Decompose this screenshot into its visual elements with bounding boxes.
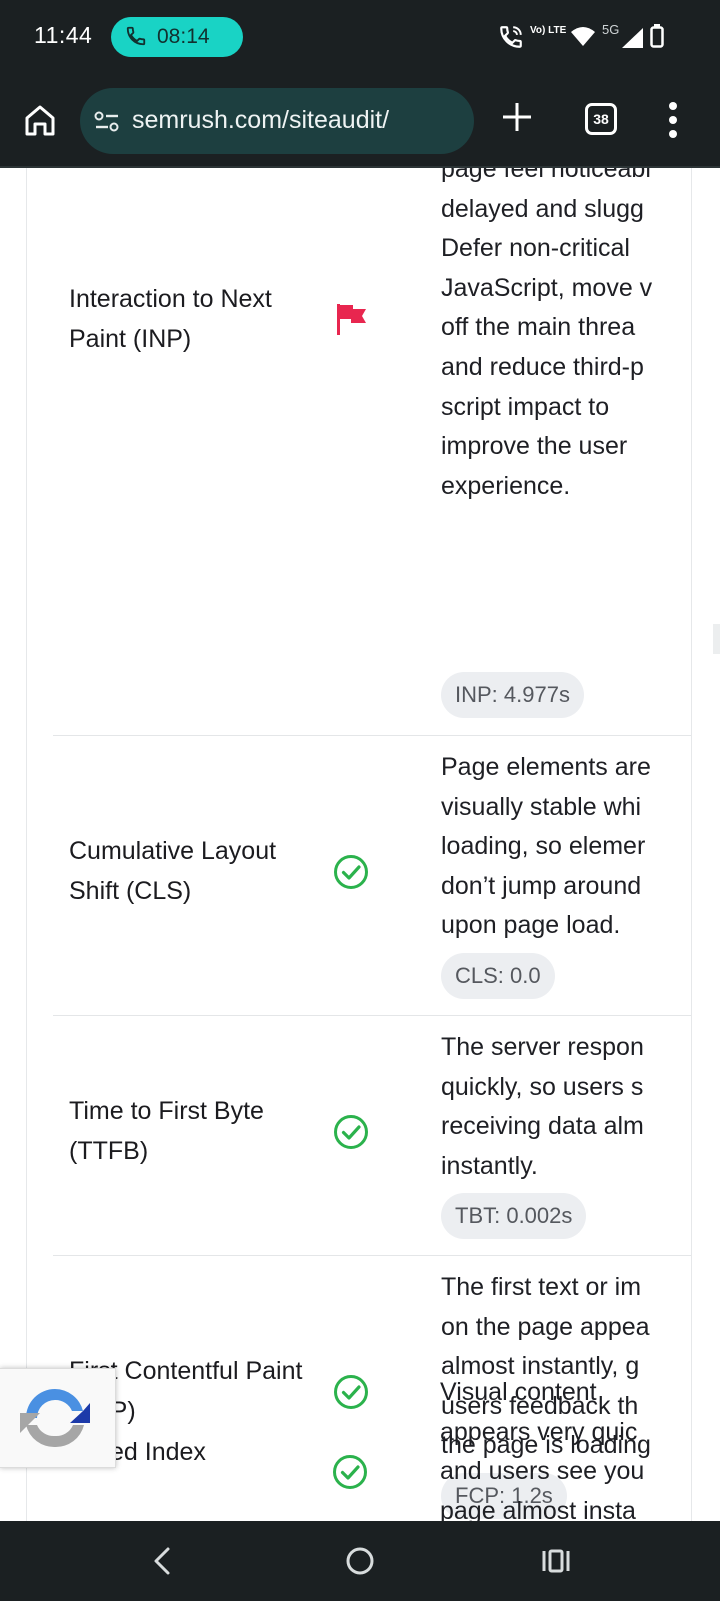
- more-menu-icon[interactable]: [668, 102, 678, 138]
- home-icon[interactable]: [22, 102, 58, 138]
- recaptcha-badge[interactable]: [0, 1368, 116, 1468]
- metric-value-chip: CLS: 0.0: [441, 953, 555, 999]
- metric-label-ttfb: Time to First Byte (TTFB): [69, 1097, 264, 1165]
- green-check-icon: [334, 1115, 368, 1149]
- metric-label-speed-index: ed Index: [110, 1438, 206, 1466]
- system-nav-bar: [0, 1521, 720, 1601]
- green-check-icon: [334, 1375, 368, 1409]
- status-time: 11:44: [34, 22, 93, 48]
- new-tab-icon[interactable]: [500, 100, 534, 134]
- recents-icon[interactable]: [536, 1541, 576, 1581]
- site-settings-icon[interactable]: [94, 111, 120, 133]
- green-check-icon: [334, 855, 368, 889]
- horizontal-scroll-edge: [691, 168, 692, 1521]
- red-flag-icon: [337, 304, 366, 335]
- network-type: 5G: [602, 22, 620, 37]
- home-circle-icon[interactable]: [340, 1541, 380, 1581]
- metrics-panel: page feel noticeabl delayed and slugg De…: [26, 168, 692, 1521]
- volte-indicator: Vo) LTE: [530, 25, 567, 36]
- metric-value-chip: TBT: 0.002s: [441, 1193, 587, 1239]
- tab-switcher-button[interactable]: 38: [585, 103, 617, 135]
- row-divider: [53, 1255, 691, 1256]
- recaptcha-logo-icon: [20, 1389, 90, 1448]
- address-bar[interactable]: semrush.com/siteaudit/: [80, 88, 474, 154]
- metric-description-inp: page feel noticeabl delayed and slugg De…: [441, 168, 653, 500]
- ongoing-call-chip[interactable]: 08:14: [111, 17, 243, 57]
- metric-value-chip: INP: 4.977s: [441, 672, 584, 718]
- signal-icon: [622, 28, 643, 48]
- metric-label-cls: Cumulative Layout Shift (CLS): [69, 837, 277, 905]
- metric-label-inp: Interaction to Next Paint (INP): [69, 285, 272, 353]
- row-divider: [53, 735, 691, 736]
- metric-description-speed-index: Visual content appears very quic and use…: [440, 1378, 645, 1521]
- status-bar: 11:44 08:14 Vo) LTE 5G: [0, 0, 720, 76]
- url-text: semrush.com/siteaudit/: [132, 106, 390, 134]
- battery-icon: [650, 24, 664, 48]
- page-content: page feel noticeabl delayed and slugg De…: [0, 168, 720, 1521]
- back-icon[interactable]: [143, 1541, 183, 1581]
- wifi-icon: [571, 27, 595, 46]
- scrollbar-thumb[interactable]: [713, 624, 720, 654]
- metric-description-ttfb: The server respon quickly, so users s re…: [441, 1033, 644, 1180]
- browser-toolbar: semrush.com/siteaudit/ 38: [0, 76, 720, 168]
- green-check-icon: [333, 1455, 367, 1489]
- metric-description-cls: Page elements are visually stable whi lo…: [441, 753, 651, 940]
- phone-in-call-icon: [126, 26, 146, 46]
- call-timer: 08:14: [157, 25, 210, 48]
- row-divider: [53, 1015, 691, 1016]
- wifi-calling-icon: [500, 26, 522, 48]
